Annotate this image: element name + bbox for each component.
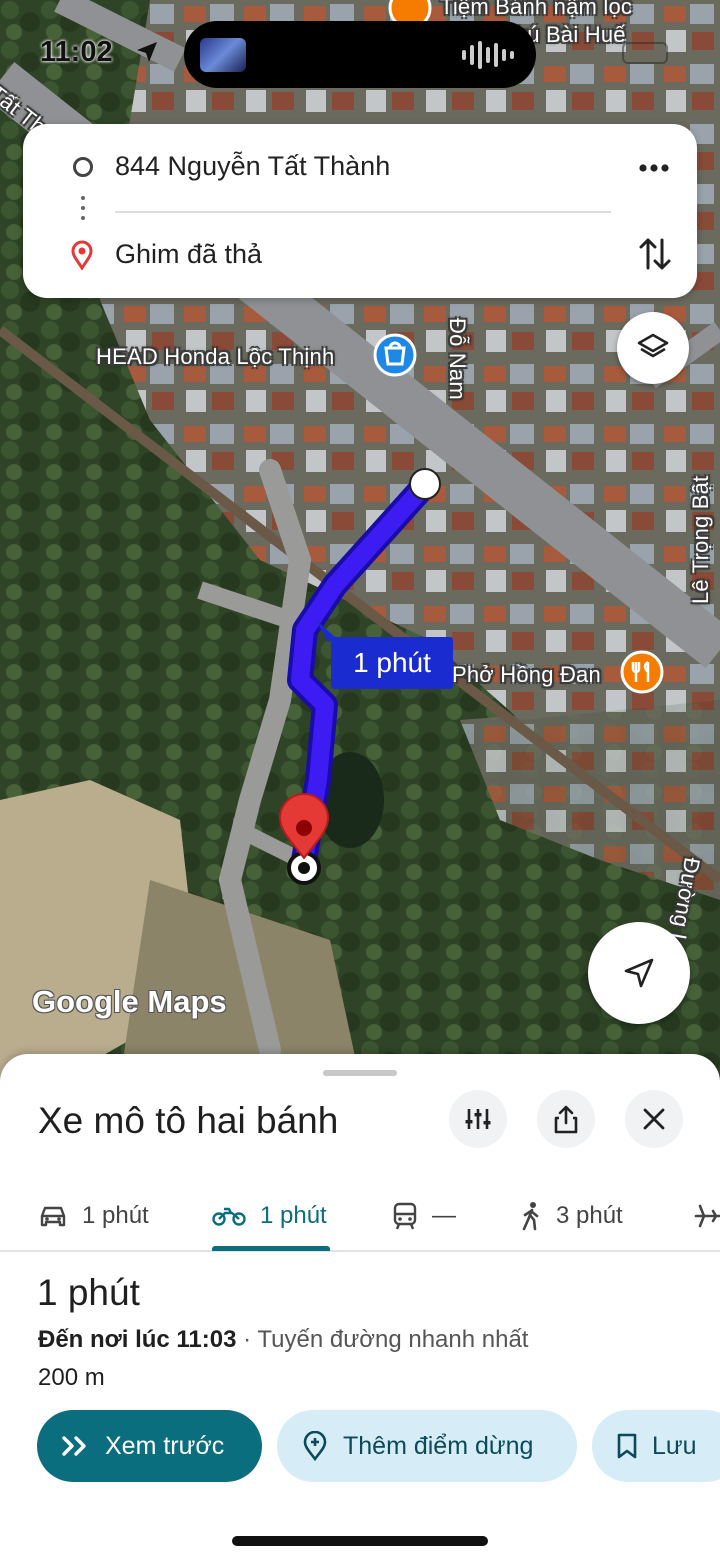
destination-field[interactable]: Ghim đã thả <box>115 239 262 270</box>
layers-icon <box>637 333 669 358</box>
poi-label-pho[interactable]: Phở Hồng Đan <box>452 662 601 688</box>
walk-icon <box>522 1202 539 1231</box>
tab-car-label: 1 phút <box>82 1202 149 1229</box>
sheet-drag-handle[interactable] <box>323 1070 397 1076</box>
add-stop-button-label: Thêm điểm dừng <box>343 1431 534 1460</box>
layers-button[interactable] <box>617 312 689 384</box>
tab-car[interactable]: 1 phút <box>38 1180 149 1252</box>
car-icon <box>40 1206 66 1227</box>
add-stop-button[interactable]: Thêm điểm dừng <box>277 1410 577 1482</box>
location-services-icon <box>137 42 157 62</box>
poi-label-honda[interactable]: HEAD Honda Lộc Thịnh <box>96 344 334 370</box>
poi-label-bakery[interactable]: Tiệm Bánh nậm lọc <box>440 0 632 20</box>
motorbike-icon <box>212 1207 246 1226</box>
sheet-title: Xe mô tô hai bánh <box>38 1100 339 1141</box>
tab-walk-label: 3 phút <box>556 1202 623 1229</box>
audio-waveform-icon <box>462 41 514 69</box>
street-label-le-trong-bat: Lê Trọng Bật <box>688 475 713 604</box>
tab-flight[interactable] <box>694 1180 720 1252</box>
transit-icon <box>393 1202 417 1230</box>
route-card: 844 Nguyễn Tất Thành Ghim đã thả <box>23 124 697 298</box>
route-duration: 1 phút <box>37 1272 140 1313</box>
double-chevron-icon <box>62 1436 86 1456</box>
status-time: 11:02 <box>40 36 113 68</box>
arrival-time: Đến nơi lúc 11:03 <box>38 1326 237 1353</box>
route-options-button[interactable] <box>449 1090 507 1148</box>
now-playing-artwork <box>200 38 246 72</box>
route-note: · Tuyến đường nhanh nhất <box>236 1326 529 1353</box>
tab-transit-label: — <box>432 1202 456 1229</box>
close-icon <box>643 1108 665 1130</box>
connector-dots-icon <box>81 196 85 226</box>
preview-button-label: Xem trước <box>105 1431 225 1460</box>
eta-bubble[interactable]: 1 phút <box>331 637 453 689</box>
save-button[interactable]: Lưu <box>592 1410 720 1482</box>
screen: Tiệm Bánh nậm lọc Phú Bài Huế Tất Th HEA… <box>0 0 720 1560</box>
more-options-icon[interactable] <box>637 156 671 180</box>
restaurant-poi-icon <box>620 650 664 694</box>
save-button-label: Lưu <box>652 1431 697 1460</box>
honda-poi-icon <box>373 333 417 377</box>
tab-motorbike[interactable]: 1 phút <box>212 1180 327 1252</box>
preview-button[interactable]: Xem trước <box>37 1410 262 1482</box>
active-tab-indicator <box>212 1246 330 1251</box>
google-maps-logo: Google Maps <box>32 984 227 1019</box>
dynamic-island[interactable] <box>184 21 536 88</box>
navigation-arrow-icon <box>624 958 654 988</box>
swap-directions-icon[interactable] <box>637 234 673 274</box>
tab-motorbike-label: 1 phút <box>260 1202 327 1229</box>
battery-icon <box>622 42 668 64</box>
street-label-do-nam: Đỗ Nam <box>445 318 470 400</box>
route-distance: 200 m <box>38 1364 105 1391</box>
my-location-button[interactable] <box>588 922 690 1024</box>
bookmark-icon <box>617 1433 637 1459</box>
origin-circle-icon <box>73 157 93 177</box>
tune-icon <box>465 1109 491 1129</box>
arrival-info: Đến nơi lúc 11:03 · Tuyến đường nhanh nh… <box>38 1326 528 1354</box>
divider <box>115 211 611 213</box>
share-button[interactable] <box>537 1090 595 1148</box>
close-button[interactable] <box>625 1090 683 1148</box>
tab-walk[interactable]: 3 phút <box>520 1180 623 1252</box>
destination-pin-icon <box>71 240 93 270</box>
travel-mode-tabs: 1 phút 1 phút — 3 phút <box>0 1180 720 1252</box>
tab-transit[interactable]: — <box>392 1180 456 1252</box>
directions-sheet: Xe mô tô hai bánh 1 phút 1 phút — 3 phút… <box>0 1054 720 1560</box>
home-indicator[interactable] <box>232 1536 488 1546</box>
origin-marker <box>409 468 441 500</box>
add-location-icon <box>303 1431 327 1461</box>
share-icon <box>554 1105 578 1134</box>
origin-field[interactable]: 844 Nguyễn Tất Thành <box>115 151 390 182</box>
flight-icon <box>694 1204 720 1228</box>
